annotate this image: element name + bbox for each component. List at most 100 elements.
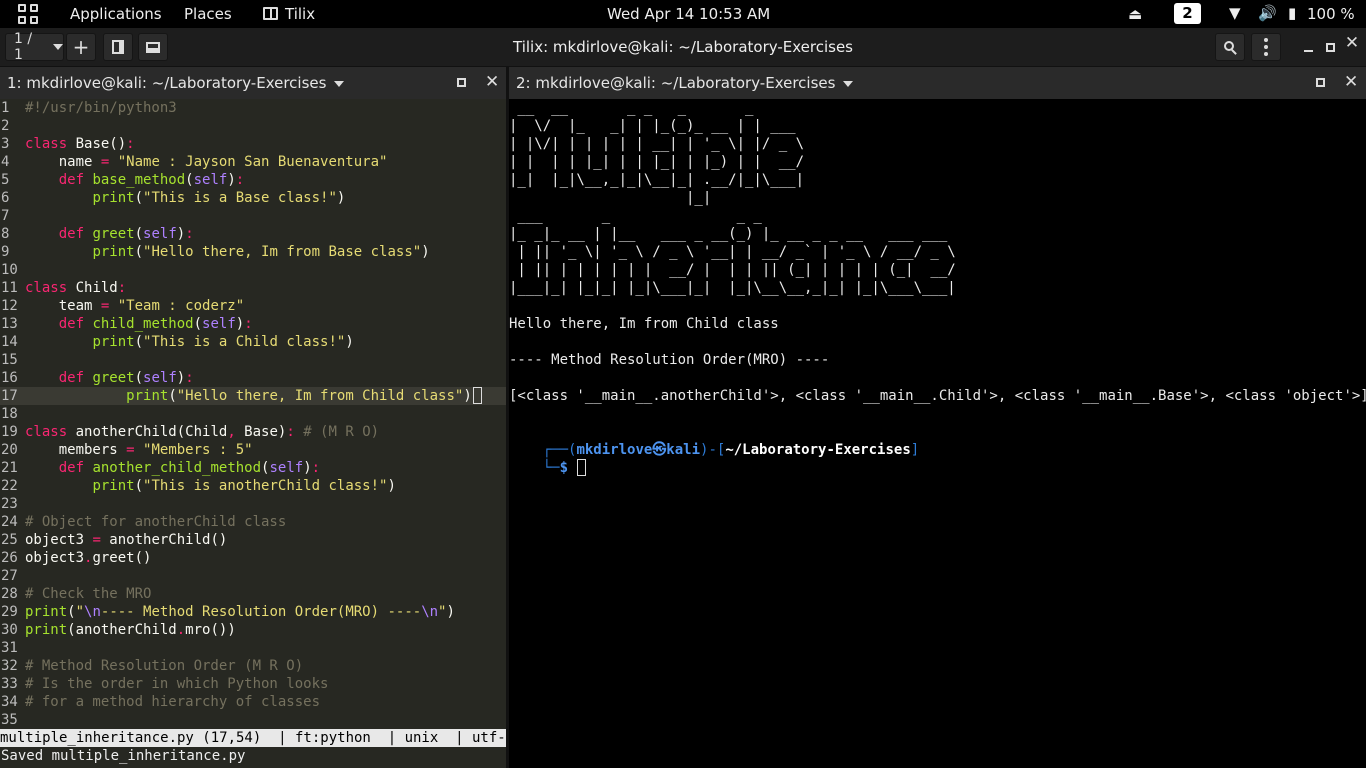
line-number: 2 (1, 118, 10, 134)
clock[interactable]: Wed Apr 14 10:53 AM (607, 5, 770, 23)
prompt-line-1: ┌──(mkdirlove㉿kali)-[~/Laboratory-Exerci… (542, 442, 920, 458)
code-line[interactable]: 12 team = "Team : coderz" (0, 297, 506, 315)
menu-button[interactable] (1251, 33, 1281, 61)
code-line[interactable]: 17 print("Hello there, Im from Child cla… (0, 387, 506, 405)
code-line[interactable]: 6 print("This is a Base class!") (0, 189, 506, 207)
banner-line: |_ _|_ __ | |__ ___ _ __(_) |_ __ _ _ __… (509, 226, 956, 242)
code-area[interactable]: 1 #!/usr/bin/python3 2 3 class Base(): 4 name… (0, 99, 506, 729)
code-line[interactable]: 30 print(anotherChild.mro()) (0, 621, 506, 639)
line-number: 31 (1, 640, 18, 656)
code-text: # Check the MRO (25, 586, 152, 602)
minimize-button[interactable] (1298, 40, 1318, 56)
code-text: #!/usr/bin/python3 (25, 100, 177, 116)
code-line[interactable]: 19 class anotherChild(Child, Base): # (M … (0, 423, 506, 441)
maximize-pane-icon[interactable] (1316, 78, 1325, 87)
line-number: 23 (1, 496, 18, 512)
code-line[interactable]: 13 def child_method(self): (0, 315, 506, 333)
code-line[interactable]: 35 (0, 711, 506, 729)
code-line[interactable]: 9 print("Hello there, Im from Base class… (0, 243, 506, 261)
pane1-title[interactable]: 1: mkdirlove@kali: ~/Laboratory-Exercise… (7, 74, 326, 92)
line-number: 19 (1, 424, 18, 440)
code-line[interactable]: 14 print("This is a Child class!") (0, 333, 506, 351)
line-number: 27 (1, 568, 18, 584)
code-line[interactable]: 3 class Base(): (0, 135, 506, 153)
window-title: Tilix: mkdirlove@kali: ~/Laboratory-Exer… (513, 38, 853, 56)
eject-icon[interactable]: ⏏ (1128, 5, 1142, 23)
battery-percent[interactable]: 100 % (1307, 5, 1355, 23)
code-line[interactable]: 2 (0, 117, 506, 135)
code-line[interactable]: 5 def base_method(self): (0, 171, 506, 189)
code-text: print("Hello there, Im from Base class") (92, 244, 430, 260)
code-line[interactable]: 33 # Is the order in which Python looks (0, 675, 506, 693)
places-menu[interactable]: Places (184, 5, 232, 23)
maximize-button[interactable] (1320, 40, 1340, 56)
pane1-titlebar[interactable]: 1: mkdirlove@kali: ~/Laboratory-Exercise… (0, 67, 506, 99)
code-line[interactable]: 7 (0, 207, 506, 225)
close-pane-icon[interactable]: ✕ (1344, 72, 1358, 92)
close-pane-icon[interactable]: ✕ (485, 72, 499, 92)
code-line[interactable]: 23 (0, 495, 506, 513)
line-number: 10 (1, 262, 18, 278)
code-line[interactable]: 1 #!/usr/bin/python3 (0, 99, 506, 117)
code-line[interactable]: 11 class Child: (0, 279, 506, 297)
app-menu-tilix[interactable]: Tilix (285, 5, 315, 23)
code-line[interactable]: 16 def greet(self): (0, 369, 506, 387)
banner-line: | | | | |_| | | |_| | |_) | | __/ (509, 154, 805, 170)
apps-grid-icon[interactable] (18, 4, 38, 24)
code-text: class Base(): (25, 136, 135, 152)
search-button[interactable] (1215, 33, 1245, 61)
code-line[interactable]: 18 (0, 405, 506, 423)
code-line[interactable]: 21 def another_child_method(self): (0, 459, 506, 477)
prompt-line-2[interactable]: └─$ (509, 441, 587, 476)
volume-icon[interactable]: 🔊 (1258, 4, 1277, 22)
code-line[interactable]: 10 (0, 261, 506, 279)
line-number: 34 (1, 694, 18, 710)
battery-icon[interactable]: ▮ (1288, 4, 1296, 22)
code-text: # Is the order in which Python looks (25, 676, 329, 692)
code-line[interactable]: 8 def greet(self): (0, 225, 506, 243)
code-text: # Object for anotherChild class (25, 514, 287, 530)
top-panel: Applications Places Tilix Wed Apr 14 10:… (0, 0, 1366, 28)
minimize-icon (1303, 50, 1313, 52)
code-text: def another_child_method(self): (58, 460, 321, 476)
code-line[interactable]: 27 (0, 567, 506, 585)
chevron-down-icon[interactable] (334, 80, 345, 87)
code-line[interactable]: 15 (0, 351, 506, 369)
pane2-titlebar[interactable]: 2: mkdirlove@kali: ~/Laboratory-Exercise… (509, 67, 1366, 99)
code-text: object3.greet() (25, 550, 152, 566)
close-window-button[interactable]: ✕ (1342, 33, 1362, 53)
banner-line: | || | | | | | | __/ | | | || (_| | | | … (509, 262, 956, 278)
tilix-app-icon[interactable] (263, 7, 278, 20)
code-text: print("This is anotherChild class!") (92, 478, 396, 494)
chevron-down-icon[interactable] (843, 80, 854, 87)
code-line[interactable]: 34 # for a method hierarchy of classes (0, 693, 506, 711)
applications-menu[interactable]: Applications (70, 5, 162, 23)
code-text: class anotherChild(Child, Base): # (M R … (25, 424, 380, 440)
wifi-icon[interactable]: ▼ (1229, 4, 1241, 22)
code-line[interactable]: 25 object3 = anotherChild() (0, 531, 506, 549)
code-line[interactable]: 29 print("\n---- Method Resolution Order(… (0, 603, 506, 621)
code-line[interactable]: 24 # Object for anotherChild class (0, 513, 506, 531)
output-greeting: Hello there, Im from Child class (509, 316, 779, 332)
vim-status-line: multiple_inheritance.py (17,54) | ft:pyt… (0, 729, 506, 747)
code-line[interactable]: 26 object3.greet() (0, 549, 506, 567)
workspace-indicator[interactable]: 2 (1174, 3, 1201, 24)
code-line[interactable]: 28 # Check the MRO (0, 585, 506, 603)
prompt-path: ~/Laboratory-Exercises (725, 442, 911, 458)
maximize-pane-icon[interactable] (457, 78, 466, 87)
code-text: name = "Name : Jayson San Buenaventura" (25, 154, 388, 170)
code-text: print("Hello there, Im from Child class"… (126, 388, 472, 404)
code-line[interactable]: 32 # Method Resolution Order (M R O) (0, 657, 506, 675)
vim-editor[interactable]: 1 #!/usr/bin/python3 2 3 class Base(): 4 name… (0, 99, 506, 768)
line-number: 8 (1, 226, 10, 242)
line-number: 17 (1, 388, 18, 404)
pane2-title[interactable]: 2: mkdirlove@kali: ~/Laboratory-Exercise… (516, 74, 835, 92)
code-line[interactable]: 22 print("This is anotherChild class!") (0, 477, 506, 495)
line-number: 13 (1, 316, 18, 332)
code-line[interactable]: 20 members = "Members : 5" (0, 441, 506, 459)
terminal[interactable]: __ __ _ _ _ _ | \/ |_ _| | |_(_)_ __ | |… (509, 99, 1366, 768)
banner-line: |_| (509, 190, 805, 206)
code-line[interactable]: 31 (0, 639, 506, 657)
line-number: 6 (1, 190, 10, 206)
code-line[interactable]: 4 name = "Name : Jayson San Buenaventura… (0, 153, 506, 171)
